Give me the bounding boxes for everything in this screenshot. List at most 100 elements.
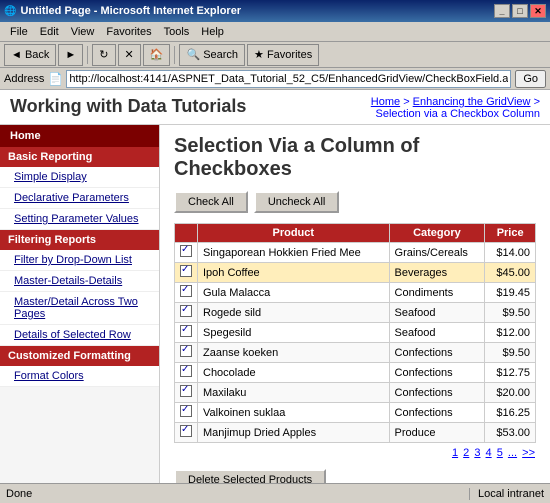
- sidebar-item-format-colors[interactable]: Format Colors: [0, 366, 159, 387]
- window-controls: _ □ ✕: [494, 4, 546, 18]
- col-header-price: Price: [485, 224, 536, 243]
- page-title: Selection Via a Column of Checkboxes: [174, 135, 536, 181]
- page-4[interactable]: 4: [486, 447, 492, 459]
- row-price-1: $45.00: [485, 263, 536, 283]
- checkbox-5[interactable]: [180, 345, 192, 357]
- products-table: Product Category Price Singaporean Hokki…: [174, 223, 536, 443]
- row-checkbox-cell[interactable]: [175, 363, 198, 383]
- forward-button[interactable]: ►: [58, 44, 83, 66]
- ie-icon: 🌐: [4, 6, 16, 17]
- breadcrumb-current: Selection via a Checkbox Column: [376, 108, 540, 120]
- page-5[interactable]: 5: [497, 447, 503, 459]
- checkbox-1[interactable]: [180, 265, 192, 277]
- page-3[interactable]: 3: [474, 447, 480, 459]
- stop-button[interactable]: ✕: [118, 44, 141, 66]
- row-category-2: Condiments: [389, 283, 485, 303]
- page-1[interactable]: 1: [452, 447, 458, 459]
- row-checkbox-cell[interactable]: [175, 303, 198, 323]
- row-category-3: Seafood: [389, 303, 485, 323]
- row-product-9: Manjimup Dried Apples: [198, 423, 390, 443]
- col-header-category: Category: [389, 224, 485, 243]
- menu-help[interactable]: Help: [195, 24, 230, 40]
- main-content: Selection Via a Column of Checkboxes Che…: [160, 125, 550, 483]
- row-checkbox-cell[interactable]: [175, 343, 198, 363]
- menu-tools[interactable]: Tools: [158, 24, 196, 40]
- sidebar-item-details-selected-row[interactable]: Details of Selected Row: [0, 325, 159, 346]
- page-2[interactable]: 2: [463, 447, 469, 459]
- sidebar-item-declarative-parameters[interactable]: Declarative Parameters: [0, 188, 159, 209]
- menu-file[interactable]: File: [4, 24, 34, 40]
- row-checkbox-cell[interactable]: [175, 283, 198, 303]
- table-row: Manjimup Dried Apples Produce $53.00: [175, 423, 536, 443]
- menu-favorites[interactable]: Favorites: [100, 24, 157, 40]
- row-checkbox-cell[interactable]: [175, 263, 198, 283]
- checkbox-6[interactable]: [180, 365, 192, 377]
- delete-selected-button[interactable]: Delete Selected Products: [174, 469, 326, 483]
- row-product-6: Chocolade: [198, 363, 390, 383]
- row-category-9: Produce: [389, 423, 485, 443]
- sidebar-item-filter-dropdown[interactable]: Filter by Drop-Down List: [0, 250, 159, 271]
- checkbox-0[interactable]: [180, 245, 192, 257]
- refresh-button[interactable]: ↻: [92, 44, 115, 66]
- maximize-button[interactable]: □: [512, 4, 528, 18]
- row-price-2: $19.45: [485, 283, 536, 303]
- sidebar-item-master-details[interactable]: Master-Details-Details: [0, 271, 159, 292]
- sidebar-section-filtering-reports: Filtering Reports: [0, 230, 159, 250]
- row-category-5: Confections: [389, 343, 485, 363]
- table-row: Spegesild Seafood $12.00: [175, 323, 536, 343]
- row-category-1: Beverages: [389, 263, 485, 283]
- row-category-7: Confections: [389, 383, 485, 403]
- delete-button-row: Delete Selected Products: [174, 469, 536, 483]
- close-button[interactable]: ✕: [530, 4, 546, 18]
- row-product-0: Singaporean Hokkien Fried Mee: [198, 243, 390, 263]
- row-category-8: Confections: [389, 403, 485, 423]
- page-next[interactable]: >>: [522, 447, 535, 459]
- uncheck-all-button[interactable]: Uncheck All: [254, 191, 339, 213]
- toolbar: ◄ Back ► ↻ ✕ 🏠 🔍 Search ★ Favorites: [0, 42, 550, 68]
- breadcrumb-home[interactable]: Home: [371, 96, 400, 108]
- row-price-5: $9.50: [485, 343, 536, 363]
- main-outer: Working with Data Tutorials Home > Enhan…: [0, 90, 550, 483]
- row-checkbox-cell[interactable]: [175, 383, 198, 403]
- col-header-product: Product: [198, 224, 390, 243]
- row-checkbox-cell[interactable]: [175, 243, 198, 263]
- back-button[interactable]: ◄ Back: [4, 44, 56, 66]
- table-row: Rogede sild Seafood $9.50: [175, 303, 536, 323]
- row-checkbox-cell[interactable]: [175, 423, 198, 443]
- row-product-1: Ipoh Coffee: [198, 263, 390, 283]
- checkbox-3[interactable]: [180, 305, 192, 317]
- checkbox-9[interactable]: [180, 425, 192, 437]
- home-button[interactable]: 🏠: [143, 44, 171, 66]
- status-zone: Local intranet: [469, 488, 544, 500]
- sidebar-section-basic-reporting: Basic Reporting: [0, 147, 159, 167]
- menu-edit[interactable]: Edit: [34, 24, 65, 40]
- breadcrumb-link1[interactable]: Enhancing the GridView: [413, 96, 531, 108]
- sidebar-item-home[interactable]: Home: [0, 125, 159, 147]
- check-all-button[interactable]: Check All: [174, 191, 248, 213]
- table-row: Gula Malacca Condiments $19.45: [175, 283, 536, 303]
- titlebar: 🌐 Untitled Page - Microsoft Internet Exp…: [0, 0, 550, 22]
- page-icon: 📄: [48, 72, 63, 86]
- minimize-button[interactable]: _: [494, 4, 510, 18]
- checkbox-8[interactable]: [180, 405, 192, 417]
- go-button[interactable]: Go: [515, 70, 546, 88]
- table-row: Valkoinen suklaa Confections $16.25: [175, 403, 536, 423]
- favorites-button[interactable]: ★ Favorites: [247, 44, 319, 66]
- row-checkbox-cell[interactable]: [175, 403, 198, 423]
- row-product-3: Rogede sild: [198, 303, 390, 323]
- row-checkbox-cell[interactable]: [175, 323, 198, 343]
- table-row: Zaanse koeken Confections $9.50: [175, 343, 536, 363]
- menubar: File Edit View Favorites Tools Help: [0, 22, 550, 42]
- address-input[interactable]: [66, 70, 511, 88]
- menu-view[interactable]: View: [65, 24, 101, 40]
- checkbox-4[interactable]: [180, 325, 192, 337]
- col-header-check: [175, 224, 198, 243]
- checkbox-2[interactable]: [180, 285, 192, 297]
- sidebar-item-setting-parameter-values[interactable]: Setting Parameter Values: [0, 209, 159, 230]
- addressbar: Address 📄 Go: [0, 68, 550, 90]
- sidebar-item-simple-display[interactable]: Simple Display: [0, 167, 159, 188]
- search-button[interactable]: 🔍 Search: [179, 44, 245, 66]
- sidebar-item-master-detail-two-pages[interactable]: Master/Detail Across Two Pages: [0, 292, 159, 325]
- checkbox-7[interactable]: [180, 385, 192, 397]
- row-price-6: $12.75: [485, 363, 536, 383]
